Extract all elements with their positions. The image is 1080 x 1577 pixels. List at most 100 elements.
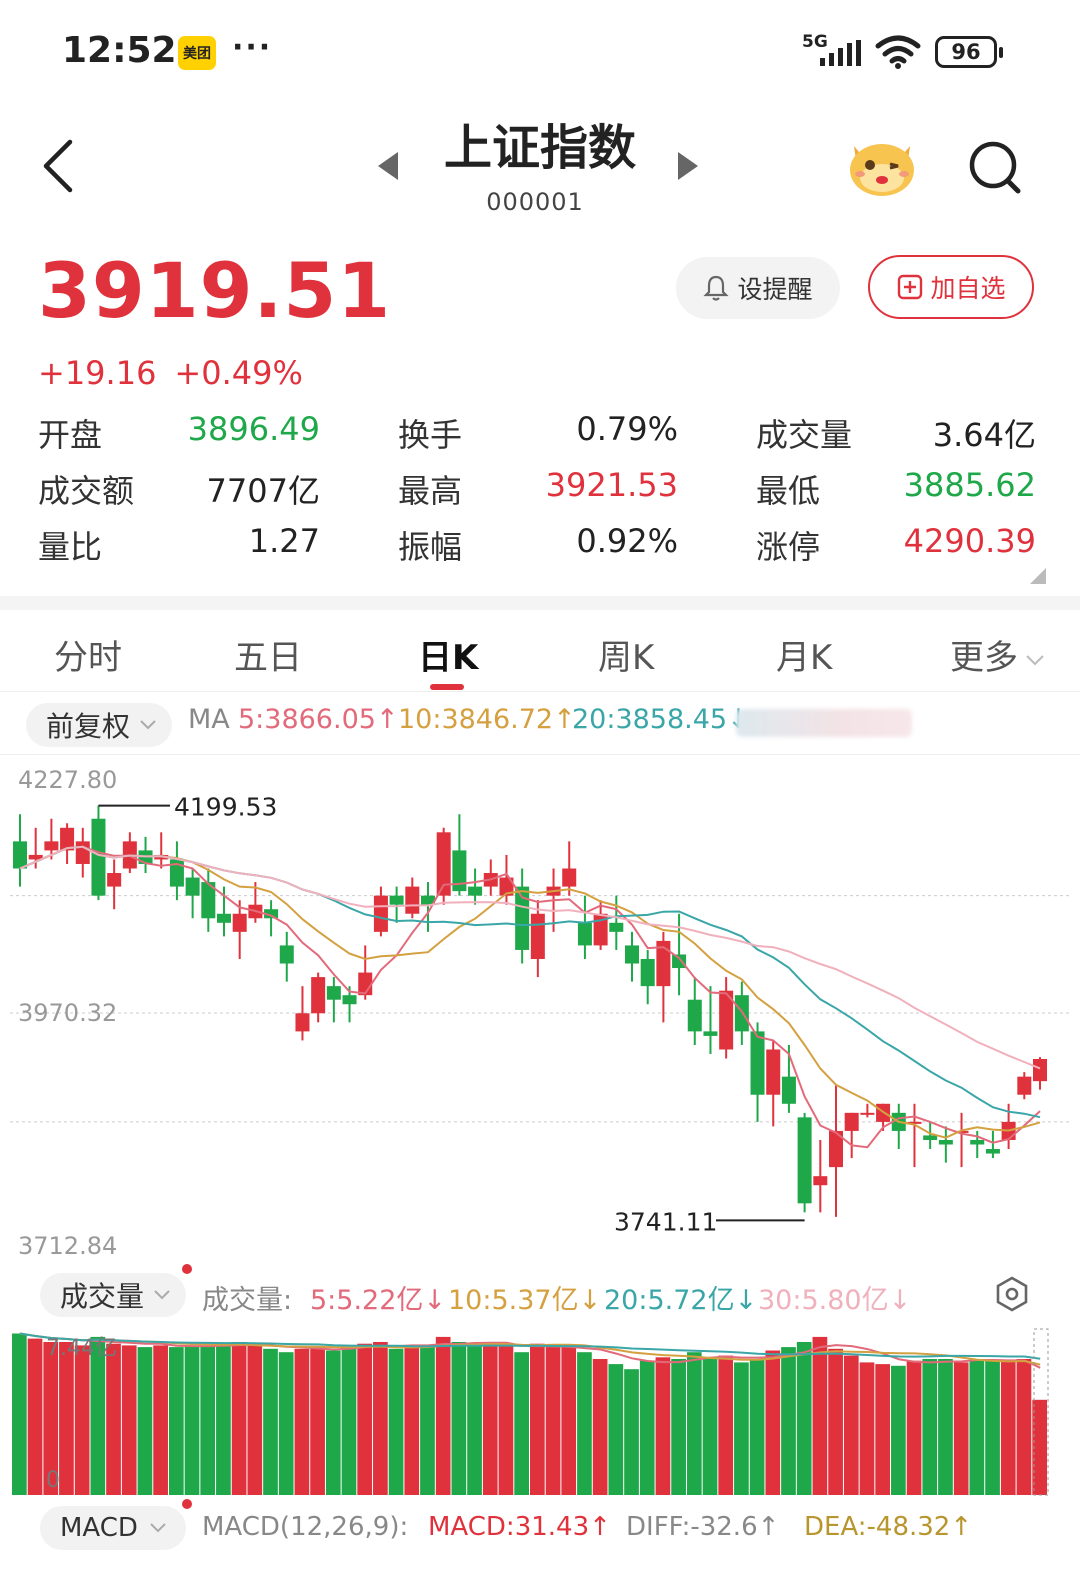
chevron-down-icon [154,1290,170,1300]
stat-label: 开盘 [38,416,103,454]
volume-bar [278,1352,294,1495]
candle-body [389,895,404,905]
volume-bar [812,1336,828,1495]
dea-value: DEA:-48.32↑ [804,1512,973,1542]
volume-bar [718,1355,734,1495]
stat-value: 3921.53 [545,466,678,504]
chevron-down-icon [1026,654,1044,665]
candle-body [970,1139,985,1145]
stat-value: 7707亿 [206,472,320,510]
macd-value: MACD:31.43↑ [428,1512,611,1542]
set-alert-button[interactable]: 设提醒 [676,257,840,319]
candle-body [185,877,200,896]
search-icon[interactable] [966,138,1024,196]
ma20-line [19,845,1041,1119]
price-change: +19.16 +0.49% [38,354,321,392]
volume-bar [514,1352,529,1495]
volume-bar [530,1343,545,1495]
volume-legend-row: 成交量 成交量: 5:5.22亿↓ 10:5.37亿↓ 20:5.72亿↓ 30… [0,1264,1080,1323]
candle-body [562,868,577,887]
volume-bar [121,1345,137,1495]
volume-bar [59,1342,74,1495]
volume-indicator-select[interactable]: 成交量 [40,1273,186,1317]
volume-bar [451,1342,467,1495]
settings-icon[interactable] [994,1275,1030,1313]
volume-bar [655,1357,671,1495]
volume-bar [74,1345,90,1495]
volume-bar [608,1364,624,1495]
y-axis-label-min: 3712.84 [18,1232,117,1260]
volume-bar [891,1365,906,1495]
stat-value: 3896.49 [187,410,320,448]
candlestick-chart[interactable]: 4227.80 3970.32 3712.84 4199.53 3741.11 [0,756,1080,1262]
change-percent: +0.49% [174,354,303,392]
volume-indicator-label: 成交量 [60,1280,145,1313]
volume-bar [498,1345,514,1495]
candle-body [279,945,294,964]
volume-bar [875,1364,891,1495]
volume-axis-max: 7.44亿 [46,1336,117,1361]
add-watchlist-button[interactable]: 加自选 [868,255,1034,319]
high-annotation: 4199.53 [174,793,277,822]
add-watchlist-label: 加自选 [930,274,1006,303]
candle-body [107,873,122,887]
volume-bar [247,1345,263,1495]
macd-indicator-select[interactable]: MACD [40,1506,186,1550]
volume-bar [686,1352,702,1495]
candle-body [844,1112,859,1131]
volume-bar [545,1345,561,1495]
stat-value: 0.92% [576,522,678,560]
volume-bar [153,1345,168,1495]
candle-body [797,1117,812,1204]
tab-intraday[interactable]: 分时 [54,630,122,679]
signal-icon [820,40,861,66]
y-axis-label-mid: 3970.32 [18,999,117,1027]
mascot-icon[interactable] [846,132,918,198]
candle-body [766,1049,781,1095]
volume-bar [624,1369,639,1495]
volume-bar [27,1338,43,1495]
candle-body [577,922,592,946]
battery-level: 96 [951,40,981,64]
candle-body [1017,1076,1032,1095]
candle-body [750,1031,765,1095]
candle-body [295,1013,310,1032]
volume-title: 成交量: [202,1285,293,1316]
volume-bar [906,1360,922,1495]
volume-bar [671,1359,686,1495]
tab-more[interactable]: 更多 [950,630,1046,679]
volume-axis-zero: 0 [46,1468,60,1493]
chart-tabs: 分时 五日 日K 周K 月K 更多 [0,612,1080,692]
stat-value: 3.64亿 [932,416,1036,454]
tab-monthly-k[interactable]: 月K [776,630,832,679]
stat-label: 成交量 [756,416,853,454]
candle-body [923,1135,938,1140]
expand-corner-icon[interactable] [1030,568,1046,584]
indicator-new-dot [182,1499,192,1509]
volume-bar [843,1355,859,1495]
volume-bar [953,1362,969,1495]
candle-body [468,886,483,896]
volume-bar [561,1347,577,1495]
volume-bar [796,1342,812,1495]
tab-weekly-k[interactable]: 周K [598,630,654,679]
candle-body [938,1139,953,1145]
vol-ma5: 5:5.22亿↓ [310,1285,447,1316]
candle-body [672,954,687,969]
candle-body [609,922,624,932]
tab-daily-k[interactable]: 日K [418,630,478,679]
next-stock-icon[interactable] [676,150,700,182]
bell-icon [703,275,730,301]
adjust-select[interactable]: 前复权 [26,703,172,747]
volume-bar [325,1350,341,1495]
candle-body [687,999,702,1032]
more-notifications-icon: ··· [232,30,273,65]
volume-bar [1032,1399,1047,1495]
volume-bar [200,1345,216,1495]
volume-bar [985,1360,1000,1495]
candle-body [985,1149,1000,1154]
tab-five-day[interactable]: 五日 [234,630,302,679]
ma10-value: 10:3846.72↑ [398,704,576,735]
candle-body [781,1076,796,1104]
candle-body [75,841,90,864]
